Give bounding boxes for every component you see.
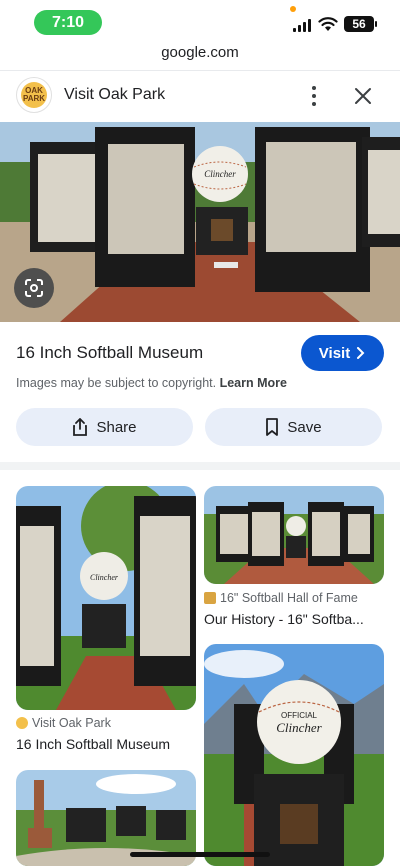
visit-button[interactable]: Visit <box>301 335 384 371</box>
share-label: Share <box>96 418 137 436</box>
more-dot-icon <box>312 94 316 98</box>
url-bar[interactable]: google.com <box>0 44 400 68</box>
google-lens-button[interactable] <box>14 268 54 308</box>
wifi-icon <box>318 17 338 31</box>
save-button[interactable]: Save <box>205 408 382 446</box>
svg-text:Clincher: Clincher <box>204 169 236 179</box>
share-icon <box>73 418 88 436</box>
copyright-notice: Images may be subject to copyright. Lear… <box>16 376 287 390</box>
card-1-source-label: Visit Oak Park <box>32 716 111 730</box>
result-title: 16 Inch Softball Museum <box>16 343 204 362</box>
hall-of-fame-icon <box>204 592 216 604</box>
card-1-source[interactable]: Visit Oak Park <box>16 716 111 730</box>
site-title[interactable]: Visit Oak Park <box>64 86 165 104</box>
site-logo: OAK PARK <box>16 77 52 113</box>
svg-text:Clincher: Clincher <box>276 720 322 735</box>
related-image-2[interactable] <box>204 486 384 584</box>
learn-more-link[interactable]: Learn More <box>220 376 287 390</box>
more-options-button[interactable] <box>302 83 326 109</box>
main-image[interactable]: Clincher <box>0 122 400 322</box>
lens-icon <box>25 279 43 297</box>
museum-photo-1: Clincher <box>16 486 196 710</box>
card-2-source-label: 16" Softball Hall of Fame <box>220 591 358 605</box>
status-time: 7:10 <box>34 10 102 35</box>
card-2-source[interactable]: 16" Softball Hall of Fame <box>204 591 358 605</box>
logo-text: OAK PARK <box>21 82 47 108</box>
battery-tip <box>375 21 377 27</box>
museum-photo: Clincher <box>0 122 400 322</box>
save-label: Save <box>287 418 322 436</box>
museum-photo-2 <box>204 486 384 584</box>
share-button[interactable]: Share <box>16 408 193 446</box>
more-dot-icon <box>312 102 316 106</box>
status-bar: 7:10 56 <box>0 0 400 44</box>
related-image-1[interactable]: Clincher <box>16 486 196 710</box>
svg-text:OFFICIAL: OFFICIAL <box>281 711 318 720</box>
related-image-4[interactable]: OFFICIAL Clincher <box>204 644 384 866</box>
museum-photo-4: OFFICIAL Clincher <box>204 644 384 866</box>
header: OAK PARK Visit Oak Park <box>0 70 400 122</box>
close-icon[interactable] <box>352 85 374 107</box>
copyright-text: Images may be subject to copyright. <box>16 376 217 390</box>
svg-text:Clincher: Clincher <box>90 573 119 582</box>
home-indicator[interactable] <box>130 852 270 857</box>
cellular-signal-icon <box>293 18 313 32</box>
card-2-title[interactable]: Our History - 16" Softba... <box>204 611 384 627</box>
bookmark-icon <box>266 418 279 436</box>
chevron-right-icon <box>357 347 365 359</box>
more-dot-icon <box>312 86 316 90</box>
section-divider <box>0 462 400 470</box>
privacy-indicator-dot <box>290 6 296 12</box>
visit-oak-park-icon <box>16 717 28 729</box>
card-1-title[interactable]: 16 Inch Softball Museum <box>16 736 196 752</box>
battery-icon: 56 <box>344 16 374 32</box>
visit-label: Visit <box>318 344 351 362</box>
